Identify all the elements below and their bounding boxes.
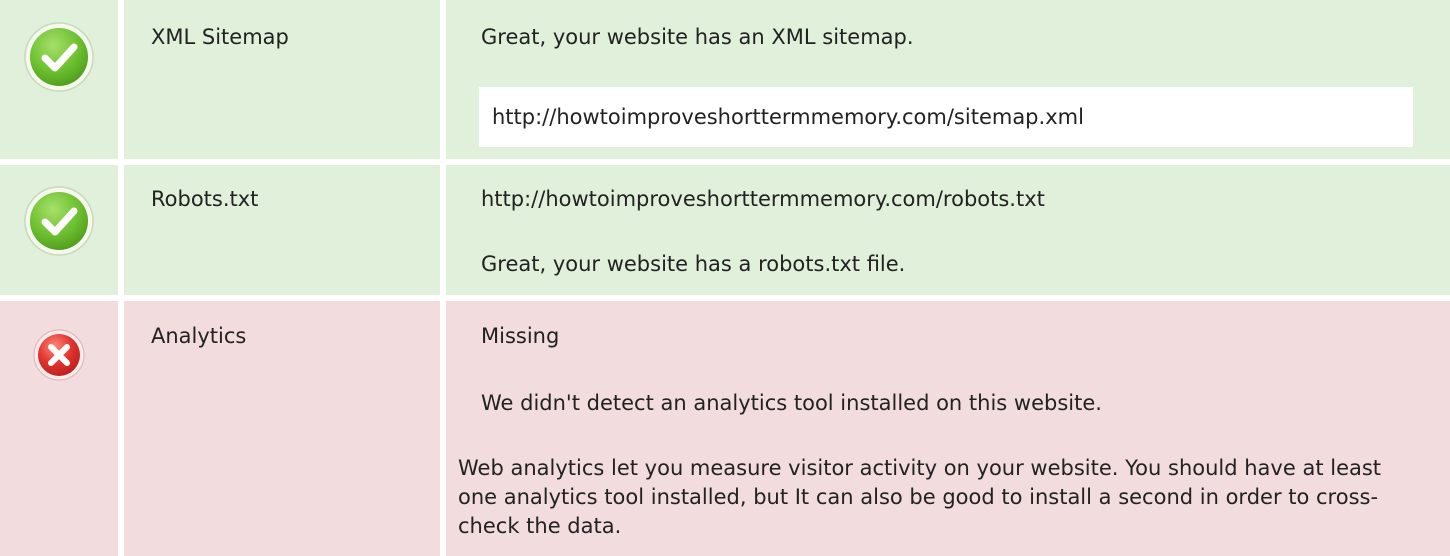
check-message: We didn't detect an analytics tool insta… [481, 391, 1102, 415]
cross-icon [33, 329, 85, 381]
status-cell [0, 0, 118, 159]
check-row-robots: Robots.txt http://howtoimproveshorttermm… [0, 165, 1450, 295]
check-icon [24, 186, 94, 256]
sitemap-url: http://howtoimproveshorttermmemory.com/s… [492, 105, 1084, 129]
check-result: Missing [481, 324, 560, 348]
check-name-cell: XML Sitemap [124, 0, 440, 159]
check-message: Great, your website has a robots.txt fil… [481, 252, 906, 276]
analytics-explanation: Web analytics let you measure visitor ac… [458, 456, 1382, 538]
check-row-xml-sitemap: XML Sitemap Great, your website has an X… [0, 0, 1450, 159]
check-name: Analytics [151, 324, 247, 348]
url-box: http://howtoimproveshorttermmemory.com/s… [479, 87, 1413, 147]
check-name: Robots.txt [151, 187, 259, 211]
check-name-cell: Analytics [124, 301, 440, 556]
status-cell [0, 165, 118, 295]
check-name-cell: Robots.txt [124, 165, 440, 295]
check-name: XML Sitemap [151, 25, 289, 49]
check-message: Great, your website has an XML sitemap. [481, 25, 914, 49]
status-cell [0, 301, 118, 556]
check-icon [24, 22, 94, 92]
robots-url: http://howtoimproveshorttermmemory.com/r… [481, 187, 1045, 211]
